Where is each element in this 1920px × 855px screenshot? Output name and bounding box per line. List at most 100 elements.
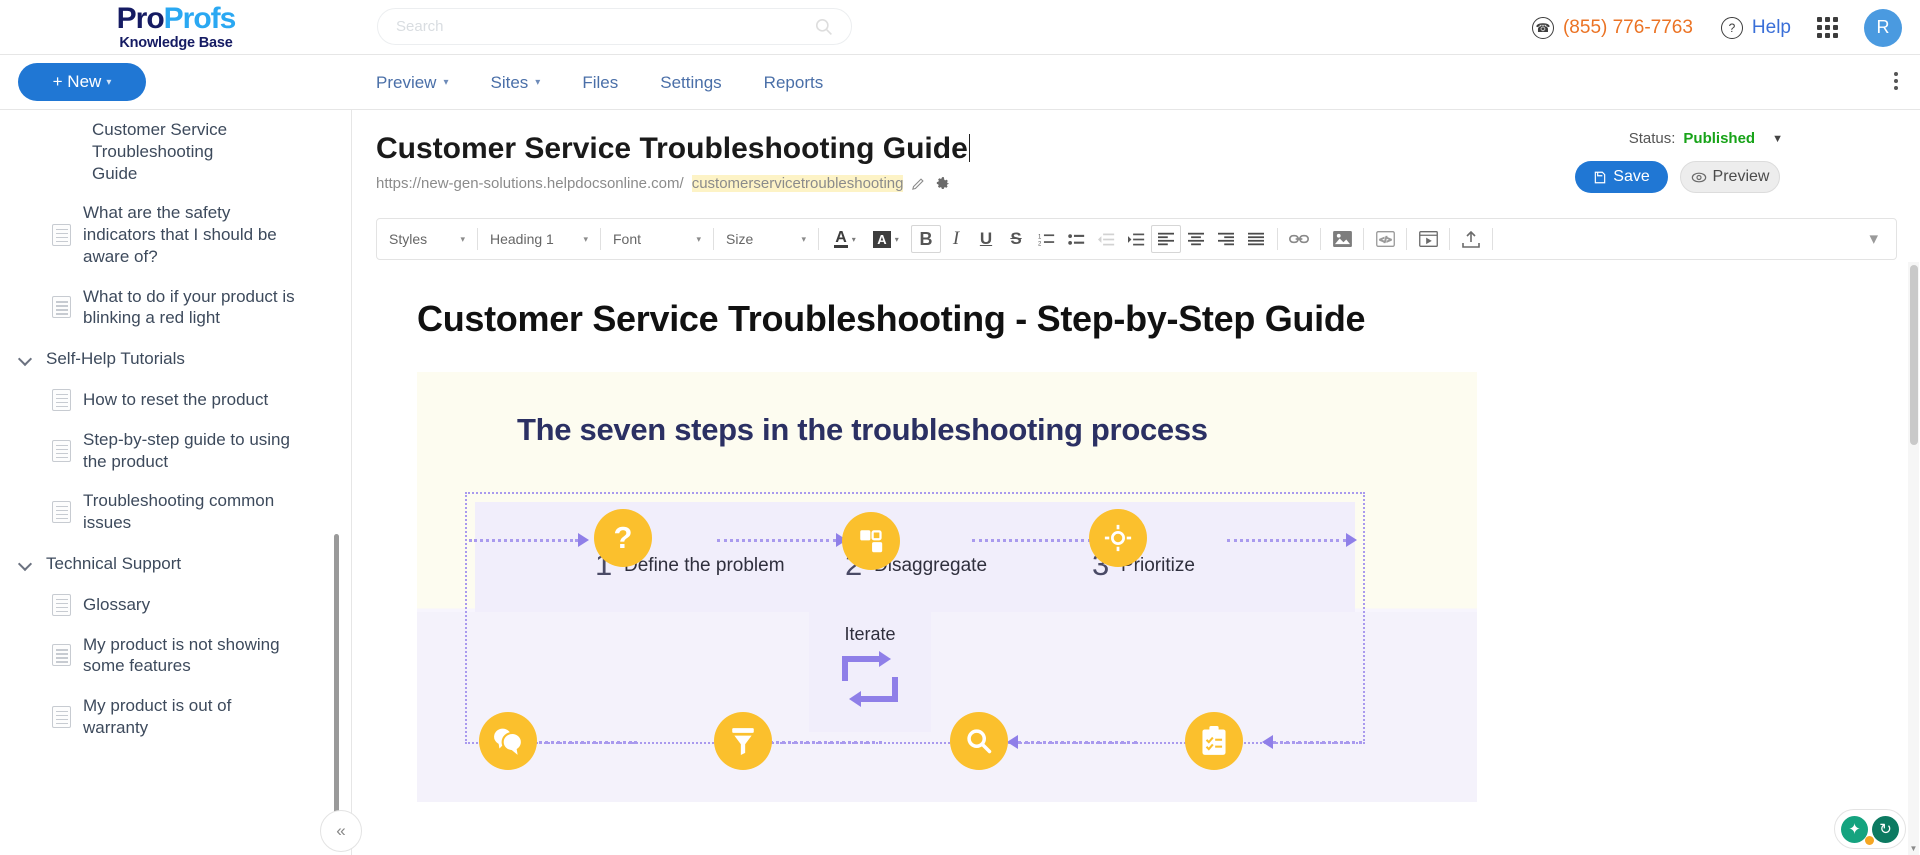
font-dropdown[interactable]: Font ▾: [607, 225, 707, 253]
italic-icon[interactable]: I: [941, 225, 971, 253]
align-right-icon[interactable]: [1211, 225, 1241, 253]
text-cursor: [968, 134, 971, 162]
infographic-image[interactable]: The seven steps in the troubleshooting p…: [417, 372, 1477, 802]
sidebar-item-how-to-reset-the-product[interactable]: How to reset the product: [0, 380, 351, 420]
page-title[interactable]: Customer Service Troubleshooting Guide: [376, 132, 971, 166]
step-icon-clipboard-check-icon: [1185, 712, 1243, 770]
chevron-down-icon: ▾: [106, 76, 112, 88]
sidebar-item-label: My product is out of warranty: [83, 696, 232, 737]
chevron-down-icon[interactable]: [18, 556, 33, 571]
bulleted-list-icon[interactable]: [1061, 225, 1091, 253]
save-button[interactable]: Save: [1575, 161, 1668, 193]
upload-icon[interactable]: [1456, 225, 1486, 253]
increase-indent-icon[interactable]: [1121, 225, 1151, 253]
preview-button[interactable]: Preview: [1680, 161, 1780, 193]
divider: [713, 228, 714, 250]
brand-name-part2: Profs: [163, 1, 237, 35]
page-url-slug[interactable]: customerservicetroubleshooting: [691, 175, 904, 192]
sidebar-tree: Customer Service Troubleshooting Guide Wh…: [0, 110, 351, 748]
video-icon[interactable]: [1413, 225, 1443, 253]
scroll-down-icon[interactable]: ▼: [1908, 842, 1919, 855]
styles-dropdown[interactable]: Styles ▾: [383, 225, 471, 253]
svg-text:</>: </>: [1379, 234, 1391, 244]
nav-item-preview[interactable]: Preview ▾: [376, 73, 449, 93]
status-row: Status: Published ▼: [1629, 130, 1783, 147]
nav-item-settings[interactable]: Settings: [660, 73, 721, 93]
source-code-icon[interactable]: </>: [1370, 225, 1400, 253]
editor-canvas[interactable]: Customer Service Troubleshooting - Step-…: [376, 260, 1897, 855]
avatar[interactable]: R: [1864, 8, 1902, 47]
nav-item-files[interactable]: Files: [582, 73, 618, 93]
bold-icon[interactable]: B: [911, 225, 941, 253]
divider: [477, 228, 478, 250]
global-search[interactable]: [377, 8, 852, 45]
font-label: Font: [613, 231, 642, 247]
chevron-down-icon[interactable]: [18, 351, 33, 366]
page-url-row: https://new-gen-solutions.helpdocsonline…: [376, 175, 951, 192]
toolbar-collapse-icon[interactable]: ▾: [1869, 229, 1890, 249]
sidebar-item-label: Self-Help Tutorials: [46, 349, 185, 368]
size-dropdown[interactable]: Size ▾: [720, 225, 812, 253]
divider: [1492, 228, 1493, 250]
image-icon[interactable]: [1327, 225, 1357, 253]
pencil-icon[interactable]: [911, 176, 926, 191]
support-phone-number: (855) 776-7763: [1562, 16, 1693, 38]
sidebar-section-technical-support[interactable]: Technical Support: [0, 543, 351, 585]
iterate-label: Iterate: [844, 624, 896, 644]
apps-grid-icon[interactable]: [1817, 17, 1838, 38]
sidebar-section-self-help-tutorials[interactable]: Self-Help Tutorials: [0, 338, 351, 380]
brand-logo[interactable]: ProProfs Knowledge Base: [0, 1, 352, 51]
size-label: Size: [726, 231, 754, 247]
svg-text:2: 2: [1038, 241, 1041, 247]
new-button[interactable]: + New ▾: [18, 63, 146, 101]
nav-item-sites[interactable]: Sites ▾: [491, 73, 541, 93]
sidebar-scrollbar[interactable]: [334, 534, 339, 824]
text-color-icon[interactable]: A ▾: [825, 225, 865, 253]
document-icon: [52, 644, 71, 667]
document-icon: [52, 501, 71, 523]
canvas-scrollbar-thumb[interactable]: [1910, 265, 1918, 445]
strikethrough-icon[interactable]: S: [1001, 225, 1031, 253]
status-dropdown-icon[interactable]: ▼: [1772, 133, 1783, 145]
sidebar-item-glossary[interactable]: Glossary: [0, 585, 351, 625]
eye-icon: [1691, 172, 1706, 182]
arrow-right-1: [469, 533, 589, 547]
sidebar-item-what-are-the-safety-indicators-that-i-sh[interactable]: What are the safety indicators that I sh…: [0, 193, 351, 276]
background-color-icon[interactable]: A ▾: [865, 225, 907, 253]
align-left-icon[interactable]: [1151, 225, 1181, 253]
decrease-indent-icon[interactable]: [1091, 225, 1121, 253]
grammarly-widget[interactable]: ✦ ↻: [1834, 809, 1906, 849]
link-icon[interactable]: [1284, 225, 1314, 253]
align-justify-icon[interactable]: [1241, 225, 1271, 253]
kebab-menu-icon[interactable]: [1894, 72, 1898, 90]
chevron-down-icon: ▾: [535, 77, 541, 88]
loop-arrows-icon: [842, 651, 898, 707]
brand-name-part1: Pro: [116, 1, 165, 35]
sidebar-collapse-button[interactable]: «: [320, 810, 362, 852]
numbered-list-icon[interactable]: 1 2: [1031, 225, 1061, 253]
sidebar-item-step-by-step-guide-to-using-the-product[interactable]: Step-by-step guide to using the product: [0, 420, 351, 482]
main-panel: Customer Service Troubleshooting Guide h…: [353, 110, 1920, 855]
sidebar-item-what-to-do-if-your-product-is-blinking-a[interactable]: What to do if your product is blinking a…: [0, 277, 351, 339]
help-link[interactable]: ? Help: [1720, 16, 1791, 39]
status-badge: Published: [1683, 130, 1756, 147]
align-center-icon[interactable]: [1181, 225, 1211, 253]
document-icon: [52, 593, 71, 616]
search-input[interactable]: [396, 18, 814, 35]
heading-label: Heading 1: [490, 231, 554, 247]
help-label: Help: [1751, 16, 1791, 38]
document-heading: Customer Service Troubleshooting - Step-…: [417, 298, 1366, 339]
sidebar-item-customer-service-troubleshooting-guide[interactable]: Customer Service Troubleshooting Guide: [0, 110, 351, 193]
support-phone[interactable]: ☎ (855) 776-7763: [1531, 16, 1693, 39]
heading-dropdown[interactable]: Heading 1 ▾: [484, 225, 594, 253]
sidebar-item-troubleshooting-common-issues[interactable]: Troubleshooting common issues: [0, 481, 351, 543]
gear-icon[interactable]: [934, 175, 951, 192]
underline-icon[interactable]: U: [971, 225, 1001, 253]
step-icon-target-icon: [1089, 509, 1147, 567]
sidebar-item-my-product-is-not-showing-some-features[interactable]: My product is not showing some features: [0, 625, 351, 687]
save-file-icon: [1595, 171, 1606, 183]
nav-item-reports[interactable]: Reports: [764, 73, 824, 93]
sidebar-item-my-product-is-out-of-warranty[interactable]: My product is out of warranty: [0, 686, 351, 748]
divider: [1363, 228, 1364, 250]
arrow-right-4: [1227, 533, 1357, 547]
